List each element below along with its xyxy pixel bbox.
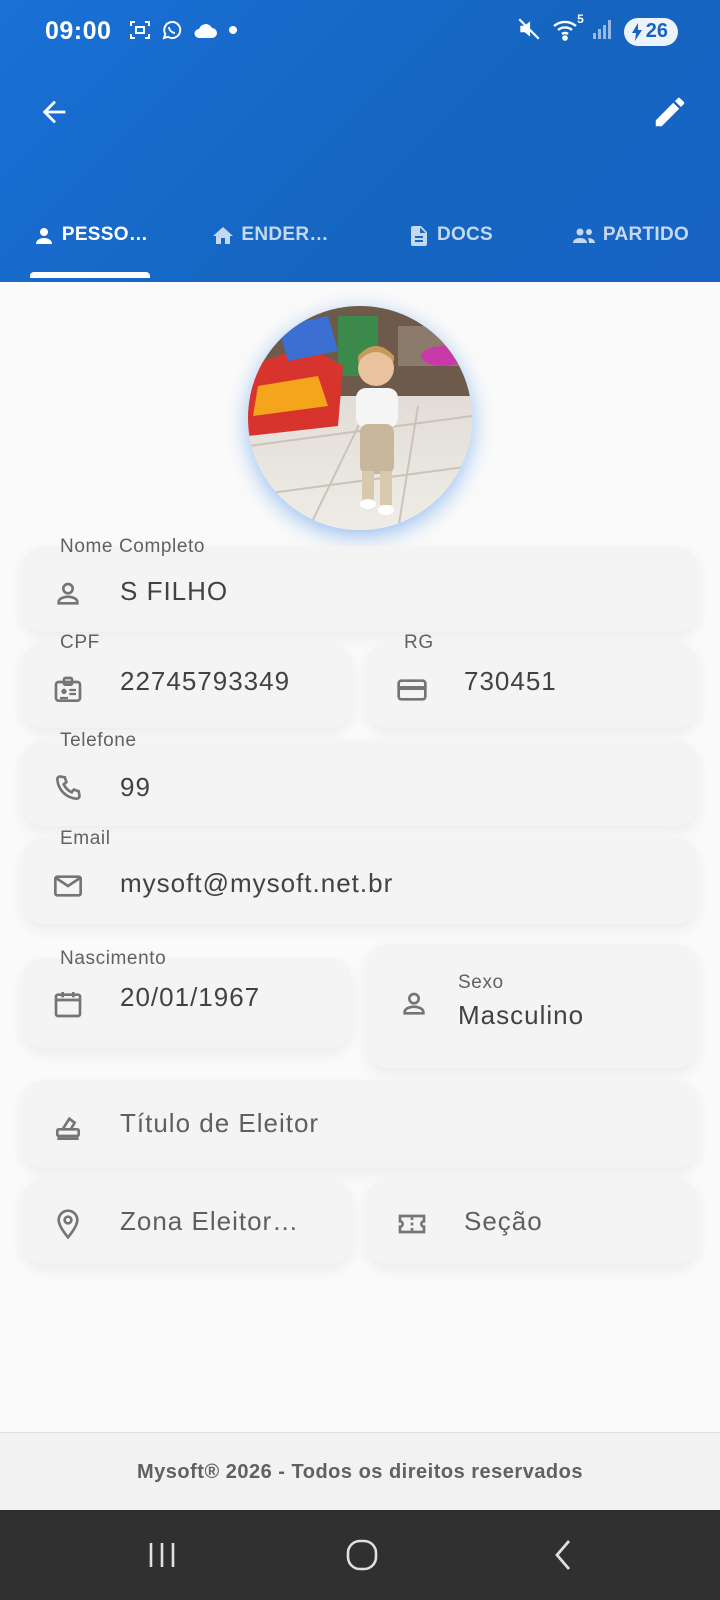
titulo-eleitor-placeholder: Título de Eleitor [120, 1108, 320, 1138]
footer-copyright: Mysoft® 2026 - Todos os direitos reserva… [137, 1460, 583, 1483]
signal-icon [592, 17, 614, 46]
person-outline-icon [403, 992, 425, 1015]
tab-bar: PESSO… ENDER… DOCS PARTIDO [0, 206, 720, 282]
tab-partido[interactable]: PARTIDO [540, 206, 720, 282]
nascimento-label: Nascimento [60, 948, 167, 969]
mail-icon [54, 875, 82, 897]
tab-docs[interactable]: DOCS [360, 206, 540, 282]
telefone-value: 99 [120, 772, 151, 802]
status-time: 09:00 [45, 17, 112, 45]
profile-photo[interactable] [248, 306, 472, 530]
back-button[interactable] [30, 88, 78, 136]
system-back-button[interactable] [534, 1530, 594, 1580]
battery-level: 26 [645, 20, 668, 42]
zona-eleitoral-placeholder: Zona Eleitor… [120, 1206, 300, 1236]
email-value: mysoft@mysoft.net.br [120, 868, 394, 898]
cpf-value: 22745793349 [120, 666, 291, 696]
rg-field[interactable]: 730451 [366, 642, 698, 728]
home-circle-icon [346, 1539, 378, 1571]
nome-completo-field[interactable]: S FILHO [22, 546, 698, 632]
cpf-label: CPF [60, 632, 100, 653]
sexo-label: Sexo [458, 972, 504, 993]
recent-apps-icon [149, 1543, 175, 1567]
mute-icon [516, 16, 542, 47]
screenshot-icon [128, 18, 152, 47]
email-field[interactable]: mysoft@mysoft.net.br [22, 838, 698, 924]
sexo-dropdown[interactable]: Sexo Masculino [366, 944, 698, 1068]
pencil-icon [655, 97, 685, 127]
calendar-icon [54, 992, 82, 1018]
system-nav-bar [0, 1510, 720, 1600]
person-outline-icon [57, 582, 79, 605]
credit-card-icon [397, 679, 427, 701]
person-icon [35, 228, 52, 244]
secao-field[interactable]: Seção [366, 1178, 698, 1264]
tab-label: PARTIDO [602, 224, 690, 245]
telefone-label: Telefone [60, 730, 137, 751]
edit-button[interactable] [646, 88, 694, 136]
location-pin-icon [57, 1209, 79, 1240]
tab-endereco[interactable]: ENDER… [180, 206, 360, 282]
wifi-badge: 5 [577, 12, 584, 26]
secao-placeholder: Seção [464, 1206, 543, 1236]
recent-apps-button[interactable] [132, 1530, 192, 1580]
nome-completo-value: S FILHO [120, 576, 229, 606]
tab-label: ENDER… [241, 224, 329, 245]
nascimento-value: 20/01/1967 [120, 982, 261, 1012]
arrow-back-icon [42, 100, 66, 124]
group-icon [572, 228, 595, 243]
tab-indicator [30, 272, 150, 278]
dot-icon [226, 23, 240, 42]
ballot-icon [56, 1116, 80, 1140]
status-bar: 09:00 5 26 [0, 0, 720, 64]
document-icon [410, 226, 427, 246]
battery-indicator: 26 [623, 17, 678, 46]
email-label: Email [60, 828, 111, 849]
whatsapp-icon [160, 18, 184, 47]
tab-label: DOCS [436, 224, 494, 245]
ticket-icon [398, 1214, 426, 1234]
cpf-field[interactable]: 22745793349 [22, 642, 352, 728]
footer: Mysoft® 2026 - Todos os direitos reserva… [0, 1432, 720, 1511]
charging-icon [631, 22, 642, 41]
home-button[interactable] [332, 1530, 392, 1580]
tab-pessoal[interactable]: PESSO… [0, 206, 180, 282]
nome-completo-label: Nome Completo [60, 536, 206, 557]
app-bar: 09:00 5 26 PESSO… ENDER… DOCS PARTIDO [0, 0, 720, 282]
telefone-field[interactable]: 99 [22, 740, 698, 826]
nascimento-field[interactable]: 20/01/1967 [22, 958, 352, 1048]
cloud-icon [192, 20, 218, 45]
sexo-value: Masculino [458, 1000, 585, 1030]
tab-label: PESSO… [61, 224, 149, 245]
rg-label: RG [404, 632, 434, 653]
zona-eleitoral-field[interactable]: Zona Eleitor… [22, 1178, 352, 1264]
id-badge-icon [54, 676, 82, 702]
home-icon [213, 227, 234, 244]
titulo-eleitor-field[interactable]: Título de Eleitor [22, 1080, 698, 1168]
wifi-icon: 5 [552, 12, 584, 47]
phone-icon [56, 775, 81, 800]
back-chevron-icon [555, 1540, 571, 1570]
rg-value: 730451 [464, 666, 557, 696]
